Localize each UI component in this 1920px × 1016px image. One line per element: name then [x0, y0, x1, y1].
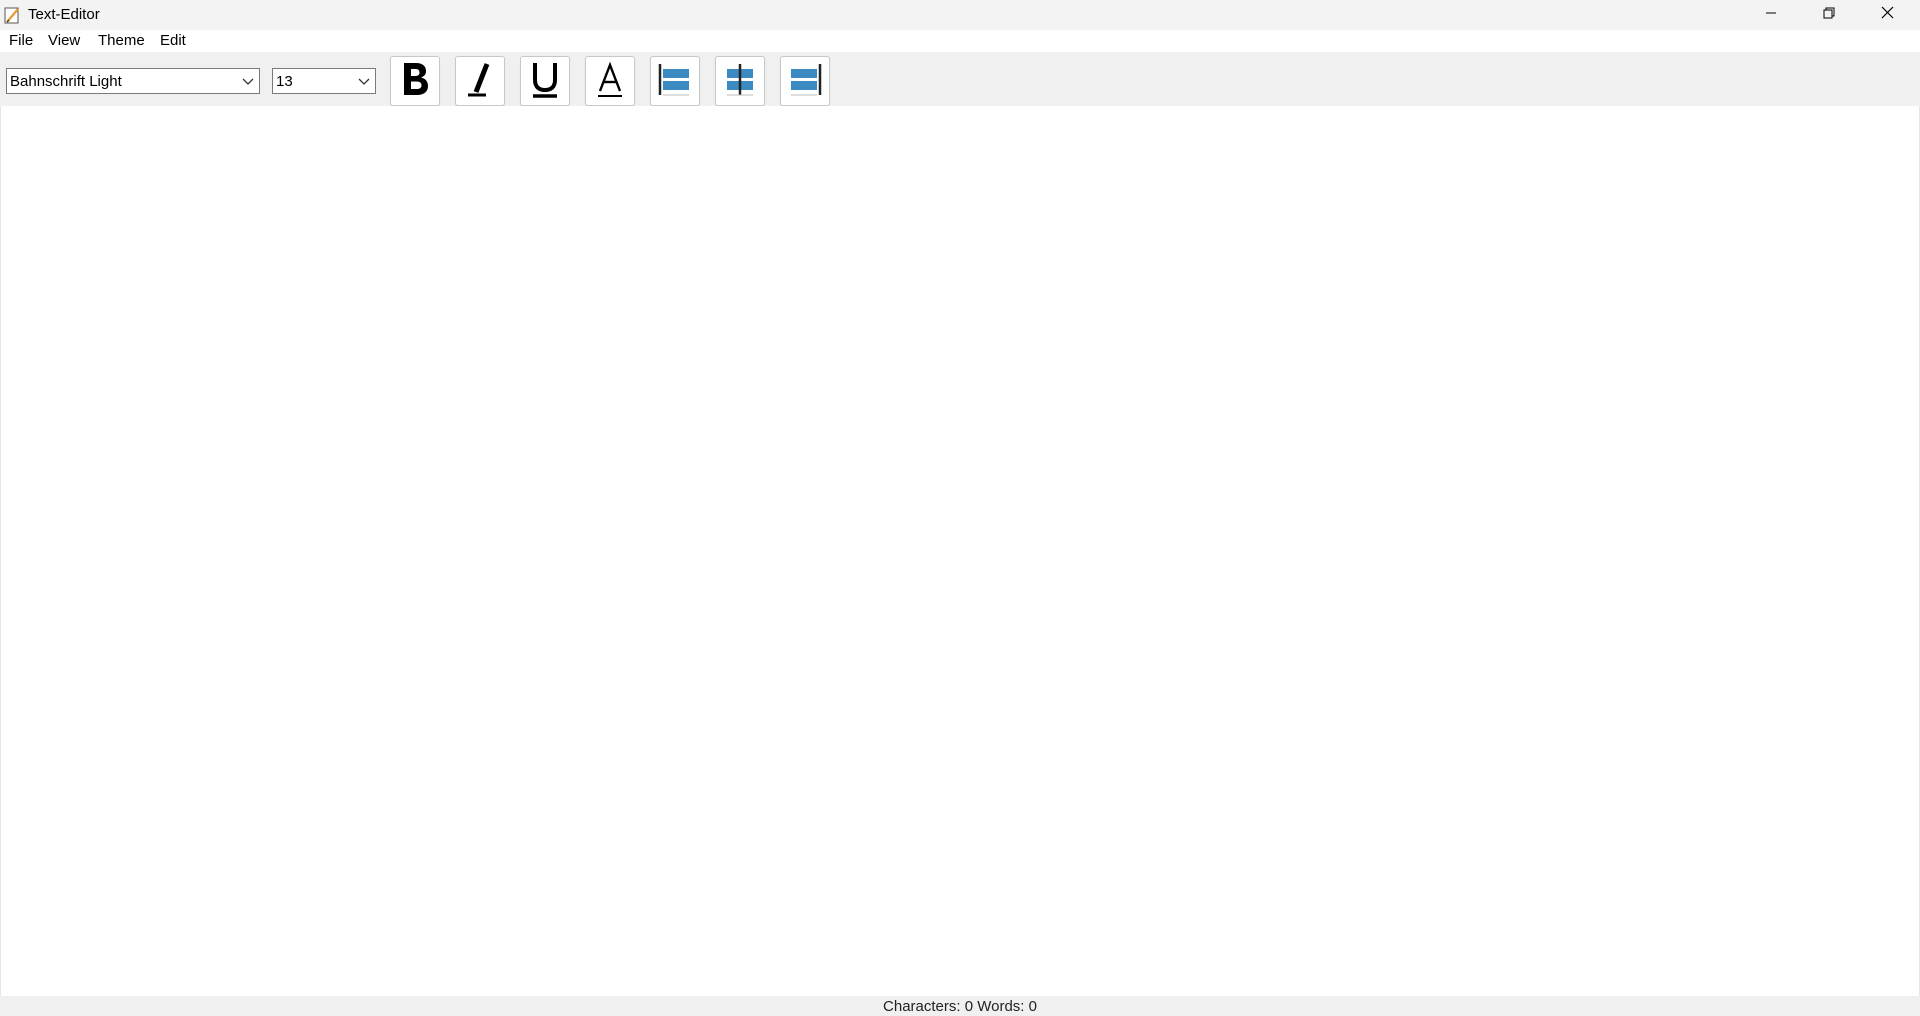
font-size-value: 13 — [276, 73, 293, 90]
italic-button[interactable] — [455, 56, 505, 106]
status-bar: Characters: 0 Words: 0 — [0, 996, 1920, 1016]
font-color-icon — [593, 59, 627, 104]
close-icon — [1881, 6, 1894, 24]
underline-icon — [528, 59, 562, 104]
menu-edit[interactable]: Edit — [158, 32, 188, 49]
font-color-button[interactable] — [585, 56, 635, 106]
bold-icon — [398, 59, 432, 104]
character-word-count: Characters: 0 Words: 0 — [883, 998, 1037, 1015]
menu-theme[interactable]: Theme — [96, 32, 147, 49]
minimize-icon — [1765, 6, 1777, 24]
font-size-select[interactable]: 13 — [272, 68, 376, 94]
window-title: Text-Editor — [28, 6, 100, 23]
minimize-button[interactable] — [1742, 0, 1800, 30]
italic-icon — [463, 59, 497, 104]
maximize-button[interactable] — [1800, 0, 1858, 30]
chevron-down-icon — [357, 75, 371, 87]
bold-button[interactable] — [390, 56, 440, 106]
formatting-toolbar: Bahnschrift Light 13 — [0, 52, 1920, 106]
menu-file[interactable]: File — [7, 32, 35, 49]
align-left-button[interactable] — [650, 56, 700, 106]
underline-button[interactable] — [520, 56, 570, 106]
align-left-icon — [656, 59, 694, 104]
menu-bar: File View Theme Edit — [0, 30, 1920, 52]
align-right-icon — [786, 59, 824, 104]
notepad-icon — [4, 6, 22, 24]
menu-view[interactable]: View — [46, 32, 82, 49]
title-bar: Text-Editor — [0, 0, 1920, 30]
font-family-select[interactable]: Bahnschrift Light — [6, 68, 260, 94]
align-center-button[interactable] — [715, 56, 765, 106]
restore-icon — [1823, 6, 1835, 24]
text-editor-window: Text-Editor File View Theme Edit Bahnsch… — [0, 0, 1920, 1016]
close-button[interactable] — [1858, 0, 1916, 30]
align-right-button[interactable] — [780, 56, 830, 106]
font-family-value: Bahnschrift Light — [10, 73, 122, 90]
align-center-icon — [721, 59, 759, 104]
chevron-down-icon — [241, 75, 255, 87]
text-area[interactable] — [0, 106, 1920, 996]
